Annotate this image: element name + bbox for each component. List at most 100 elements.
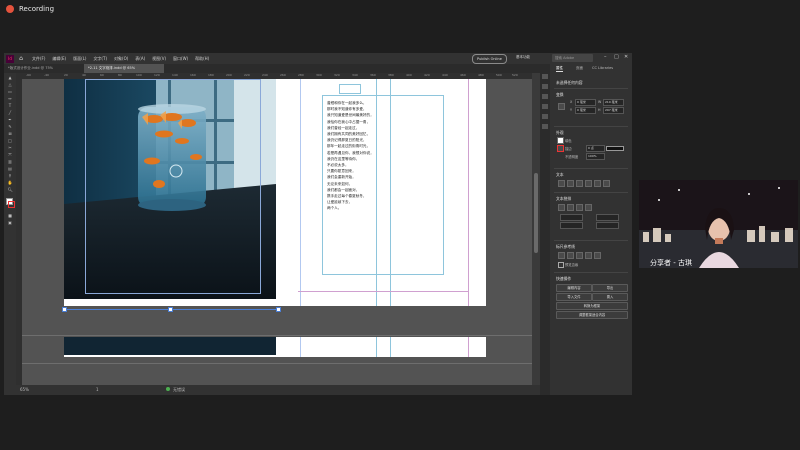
goldfish-image-frame[interactable] bbox=[64, 79, 276, 299]
screen-mode-icon[interactable]: ▣ bbox=[7, 220, 13, 225]
wrap-offset-right[interactable] bbox=[596, 222, 619, 229]
selection-handle[interactable] bbox=[62, 307, 67, 312]
swatches-panel-icon[interactable] bbox=[542, 124, 548, 129]
publish-online-button[interactable]: Publish Online bbox=[472, 54, 507, 64]
guide-icon-3[interactable] bbox=[576, 252, 583, 259]
edit-content-button[interactable]: 编辑内容 bbox=[556, 284, 592, 292]
vertical-scrollbar[interactable] bbox=[532, 73, 540, 385]
spread-2[interactable] bbox=[64, 337, 486, 357]
maximize-icon[interactable]: □ bbox=[614, 54, 619, 60]
justify-icon[interactable] bbox=[585, 180, 592, 187]
opacity-field[interactable]: 100% bbox=[586, 153, 605, 160]
menu-layout[interactable]: 版面(L) bbox=[73, 56, 86, 62]
minimize-icon[interactable]: – bbox=[604, 54, 607, 60]
tab-document-2[interactable]: *2-11 文字绕排.indd @ 65% bbox=[84, 64, 164, 73]
place-button[interactable]: 置入 bbox=[592, 293, 628, 301]
rectangle-frame-tool-icon[interactable]: ⊠ bbox=[7, 131, 13, 136]
convert-frame-button[interactable]: 转换为框架 bbox=[556, 302, 628, 310]
eyedropper-tool-icon[interactable]: ⚲ bbox=[7, 173, 13, 178]
document-canvas[interactable]: 曾經和你在一起我多么， 那时我不知道你有多爱， 我只知道爱是世间最美好的， 我恰… bbox=[22, 79, 532, 385]
guide-icon-2[interactable] bbox=[567, 252, 574, 259]
hand-tool-icon[interactable]: ✋ bbox=[7, 180, 13, 185]
column-guide bbox=[376, 79, 377, 306]
wrap-bounding-box-icon[interactable] bbox=[567, 204, 574, 211]
properties-panel: 属性 页面 CC Libraries 未选择任何内容 变换 X 0 毫米 W 2… bbox=[550, 64, 632, 395]
tab-properties[interactable]: 属性 bbox=[556, 66, 563, 72]
menu-file[interactable]: 文件(F) bbox=[32, 56, 45, 62]
free-transform-tool-icon[interactable]: ⤧ bbox=[7, 152, 13, 157]
fit-frame-button[interactable]: 调整框架适合内容 bbox=[556, 311, 628, 319]
tab-document-1[interactable]: *版式设计作业.indd @ 75% bbox=[4, 64, 84, 73]
stroke-swatch-icon[interactable] bbox=[8, 201, 15, 208]
preview-checkbox[interactable] bbox=[558, 262, 564, 268]
line-tool-icon[interactable]: ╱ bbox=[7, 110, 13, 115]
type-tool-icon[interactable]: T bbox=[7, 103, 13, 108]
scrollbar-thumb[interactable] bbox=[534, 173, 538, 253]
menu-type[interactable]: 文字(T) bbox=[93, 56, 107, 62]
x-field[interactable]: 0 毫米 bbox=[575, 99, 596, 106]
properties-panel-icon[interactable] bbox=[542, 74, 548, 79]
rectangle-tool-icon[interactable]: □ bbox=[7, 138, 13, 143]
selection-handle[interactable] bbox=[168, 307, 173, 312]
workspace-switcher[interactable]: 基本功能 bbox=[516, 55, 530, 60]
gap-tool-icon[interactable]: ↔ bbox=[7, 96, 13, 101]
align-right-icon[interactable] bbox=[576, 180, 583, 187]
stroke-panel-icon[interactable] bbox=[542, 114, 548, 119]
zoom-level[interactable]: 65% bbox=[20, 387, 29, 392]
close-icon[interactable]: ✕ bbox=[624, 54, 628, 60]
selection-tool-icon[interactable]: ▲ bbox=[7, 75, 13, 80]
justify-all-icon[interactable] bbox=[594, 180, 601, 187]
wrap-offset-left[interactable] bbox=[596, 214, 619, 221]
pages-panel-icon[interactable] bbox=[542, 84, 548, 89]
scissors-tool-icon[interactable]: ✂ bbox=[7, 145, 13, 150]
align-left-icon[interactable] bbox=[558, 180, 565, 187]
apply-color-icon[interactable]: ■ bbox=[7, 213, 13, 218]
preflight-status[interactable]: 无错误 bbox=[173, 387, 185, 393]
tab-pages[interactable]: 页面 bbox=[576, 66, 583, 71]
import-file-button[interactable]: 导入文件 bbox=[556, 293, 592, 301]
w-field[interactable]: 210 毫米 bbox=[603, 99, 624, 106]
fill-color-icon[interactable] bbox=[557, 137, 564, 144]
tab-cc-libraries[interactable]: CC Libraries bbox=[592, 66, 613, 70]
text-frame[interactable]: 曾經和你在一起我多么， 那时我不知道你有多爱， 我只知道爱是世间最美好的， 我恰… bbox=[322, 84, 444, 275]
guide-icon-5[interactable] bbox=[594, 252, 601, 259]
menu-window[interactable]: 窗口(W) bbox=[173, 56, 188, 62]
page-tool-icon[interactable]: ▭ bbox=[7, 89, 13, 94]
layers-panel-icon[interactable] bbox=[542, 94, 548, 99]
pencil-tool-icon[interactable]: ✎ bbox=[7, 124, 13, 129]
direct-selection-tool-icon[interactable]: △ bbox=[7, 82, 13, 87]
distribute-icon[interactable] bbox=[603, 180, 610, 187]
wrap-jump-object-icon[interactable] bbox=[585, 204, 592, 211]
export-button[interactable]: 导出 bbox=[592, 284, 628, 292]
wrap-object-shape-icon[interactable] bbox=[576, 204, 583, 211]
align-center-icon[interactable] bbox=[567, 180, 574, 187]
pen-tool-icon[interactable]: ✒ bbox=[7, 117, 13, 122]
wrap-offset-top[interactable] bbox=[560, 214, 583, 221]
y-field[interactable]: 0 毫米 bbox=[575, 107, 596, 114]
home-icon[interactable]: ⌂ bbox=[17, 55, 25, 63]
reference-point-icon[interactable] bbox=[558, 103, 565, 110]
menu-help[interactable]: 帮助(H) bbox=[195, 56, 209, 62]
spread-1[interactable]: 曾經和你在一起我多么， 那时我不知道你有多爱， 我只知道爱是世间最美好的， 我恰… bbox=[64, 79, 486, 306]
zoom-tool-icon[interactable]: 🔍︎ bbox=[7, 187, 13, 192]
column-guide bbox=[390, 79, 391, 306]
menu-table[interactable]: 表(A) bbox=[135, 56, 145, 62]
note-tool-icon[interactable]: ▤ bbox=[7, 166, 13, 171]
stroke-style-swatch[interactable] bbox=[606, 146, 624, 151]
links-panel-icon[interactable] bbox=[542, 104, 548, 109]
h-field[interactable]: 297 毫米 bbox=[603, 107, 624, 114]
search-input[interactable]: 搜索 Adobe bbox=[552, 54, 593, 62]
body-text[interactable]: 曾經和你在一起我多么， 那时我不知道你有多爱， 我只知道爱是世间最美好的， 我恰… bbox=[327, 100, 441, 212]
guide-icon-4[interactable] bbox=[585, 252, 592, 259]
menu-edit[interactable]: 编辑(E) bbox=[52, 56, 66, 62]
menu-view[interactable]: 视图(V) bbox=[152, 56, 166, 62]
page-number[interactable]: 1 bbox=[96, 387, 99, 392]
wrap-offset-bottom[interactable] bbox=[560, 222, 583, 229]
wrap-none-icon[interactable] bbox=[558, 204, 565, 211]
guide-icon-1[interactable] bbox=[558, 252, 565, 259]
stroke-color-icon[interactable] bbox=[557, 145, 564, 152]
selection-handle[interactable] bbox=[276, 307, 281, 312]
gradient-tool-icon[interactable]: ▥ bbox=[7, 159, 13, 164]
menu-object[interactable]: 对象(O) bbox=[114, 56, 128, 62]
stroke-weight-field[interactable]: 0 点 bbox=[586, 145, 605, 152]
